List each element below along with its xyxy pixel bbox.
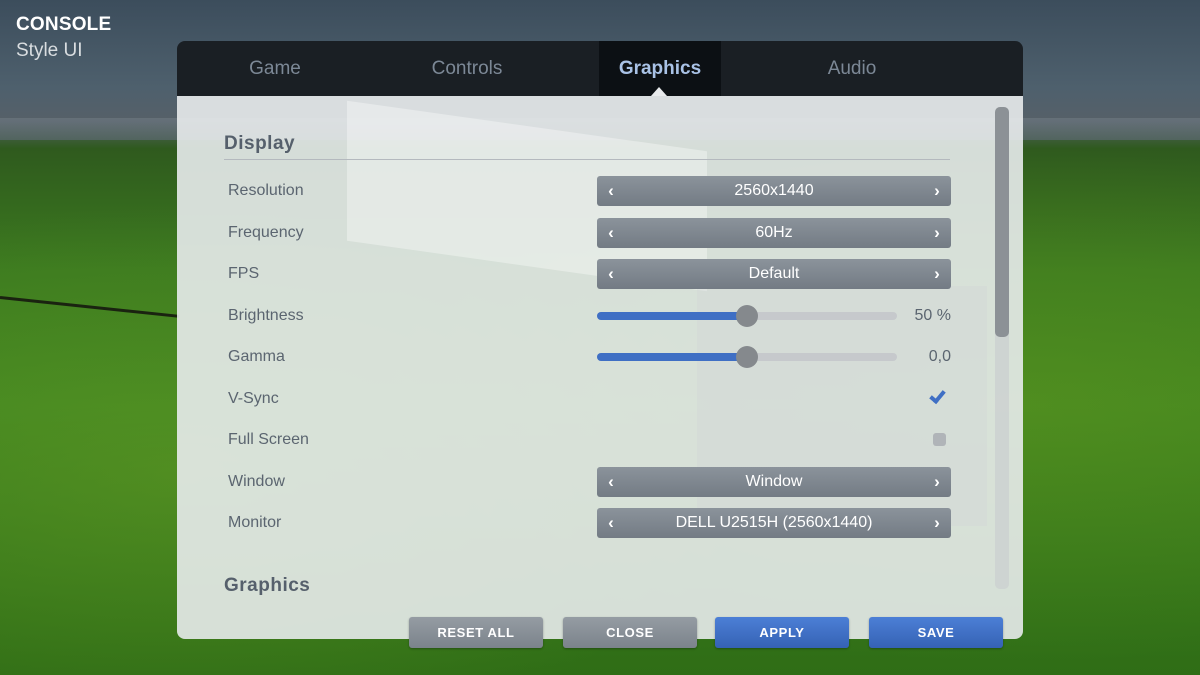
chevron-right-icon[interactable]: › [925,259,949,289]
save-button[interactable]: SAVE [869,617,1003,648]
fps-value: Default [748,265,800,282]
fps-label: FPS [228,265,260,282]
window-value: Window [745,473,803,490]
chevron-left-icon[interactable]: ‹ [599,508,623,538]
checkmark-icon [929,386,946,405]
monitor-selector: ‹ DELL U2515H (2560x1440) › [597,508,951,538]
resolution-value: 2560x1440 [734,182,814,199]
frequency-selector: ‹ 60Hz › [597,218,951,248]
brightness-label: Brightness [228,307,304,324]
resolution-label: Resolution [228,182,304,199]
brand-subtitle: Style UI [16,40,83,61]
gamma-value: 0,0 [928,348,951,365]
section-title-graphics: Graphics [224,575,311,596]
resolution-selector: ‹ 2560x1440 › [597,176,951,206]
slider-handle[interactable] [736,305,758,327]
chevron-right-icon[interactable]: › [925,508,949,538]
tab-audio[interactable]: Audio [791,41,913,96]
tab-controls[interactable]: Controls [406,41,528,96]
vsync-label: V-Sync [228,390,279,407]
apply-button[interactable]: APPLY [715,617,849,648]
scrollbar-thumb[interactable] [995,107,1009,337]
slider-fill [597,312,747,320]
brand-logo: CONSOLE Style UI [16,14,111,62]
frequency-value: 60Hz [755,224,793,241]
checkbox-empty-icon [933,433,946,446]
fps-selector: ‹ Default › [597,259,951,289]
slider-fill [597,353,747,361]
section-divider [224,159,950,160]
chevron-right-icon[interactable]: › [925,176,949,206]
chevron-right-icon[interactable]: › [925,218,949,248]
slider-handle[interactable] [736,346,758,368]
gamma-slider[interactable] [597,345,897,369]
active-tab-indicator [651,87,667,96]
tab-game[interactable]: Game [214,41,336,96]
chevron-left-icon[interactable]: ‹ [599,176,623,206]
brand-title: CONSOLE [16,14,112,35]
window-selector: ‹ Window › [597,467,951,497]
settings-panel: Game Controls Graphics Audio Display Res… [177,41,1023,648]
brightness-value: 50 % [914,307,951,324]
scrollbar[interactable] [995,107,1009,589]
tab-bar: Game Controls Graphics Audio [177,41,1023,96]
gamma-label: Gamma [228,348,285,365]
monitor-value: DELL U2515H (2560x1440) [675,514,873,531]
reset-all-button[interactable]: RESET ALL [409,617,543,648]
vsync-checkbox[interactable] [929,386,949,408]
chevron-left-icon[interactable]: ‹ [599,218,623,248]
fullscreen-checkbox[interactable] [929,429,949,449]
brightness-slider[interactable] [597,304,897,328]
fullscreen-label: Full Screen [228,431,309,448]
section-title-display: Display [224,133,296,154]
close-button[interactable]: CLOSE [563,617,697,648]
background-wire [0,296,180,318]
window-label: Window [228,473,285,490]
settings-content: Display Resolution ‹ 2560x1440 › Frequen… [177,96,1023,639]
chevron-left-icon[interactable]: ‹ [599,259,623,289]
frequency-label: Frequency [228,224,304,241]
chevron-right-icon[interactable]: › [925,467,949,497]
chevron-left-icon[interactable]: ‹ [599,467,623,497]
monitor-label: Monitor [228,514,282,531]
